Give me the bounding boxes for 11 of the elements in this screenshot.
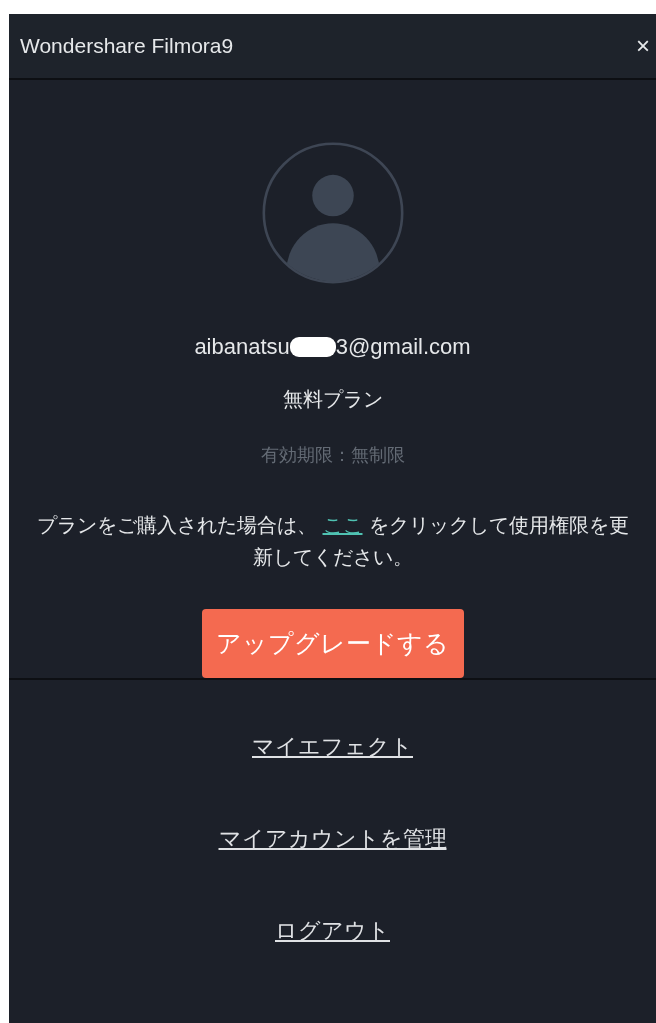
menu-link[interactable]: マイアカウントを管理 — [218, 824, 447, 854]
notice-text: プランをご購入された場合は、 ここ をクリックして使用権限を更新してください。 — [35, 511, 630, 571]
here-link[interactable]: ここ — [322, 512, 363, 537]
plan-name: 無料プラン — [282, 385, 383, 413]
window-title: Wondershare Filmora9 — [20, 34, 234, 58]
menu-link[interactable]: マイエフェクト — [252, 732, 413, 762]
expiry-text: 有効期限：無制限 — [260, 442, 405, 467]
close-button[interactable]: × — [630, 32, 656, 60]
email-text: aibanatsu — [194, 333, 290, 360]
menu-link[interactable]: ログアウト — [275, 916, 390, 946]
email-text: 3@gmail.com — [335, 333, 471, 360]
